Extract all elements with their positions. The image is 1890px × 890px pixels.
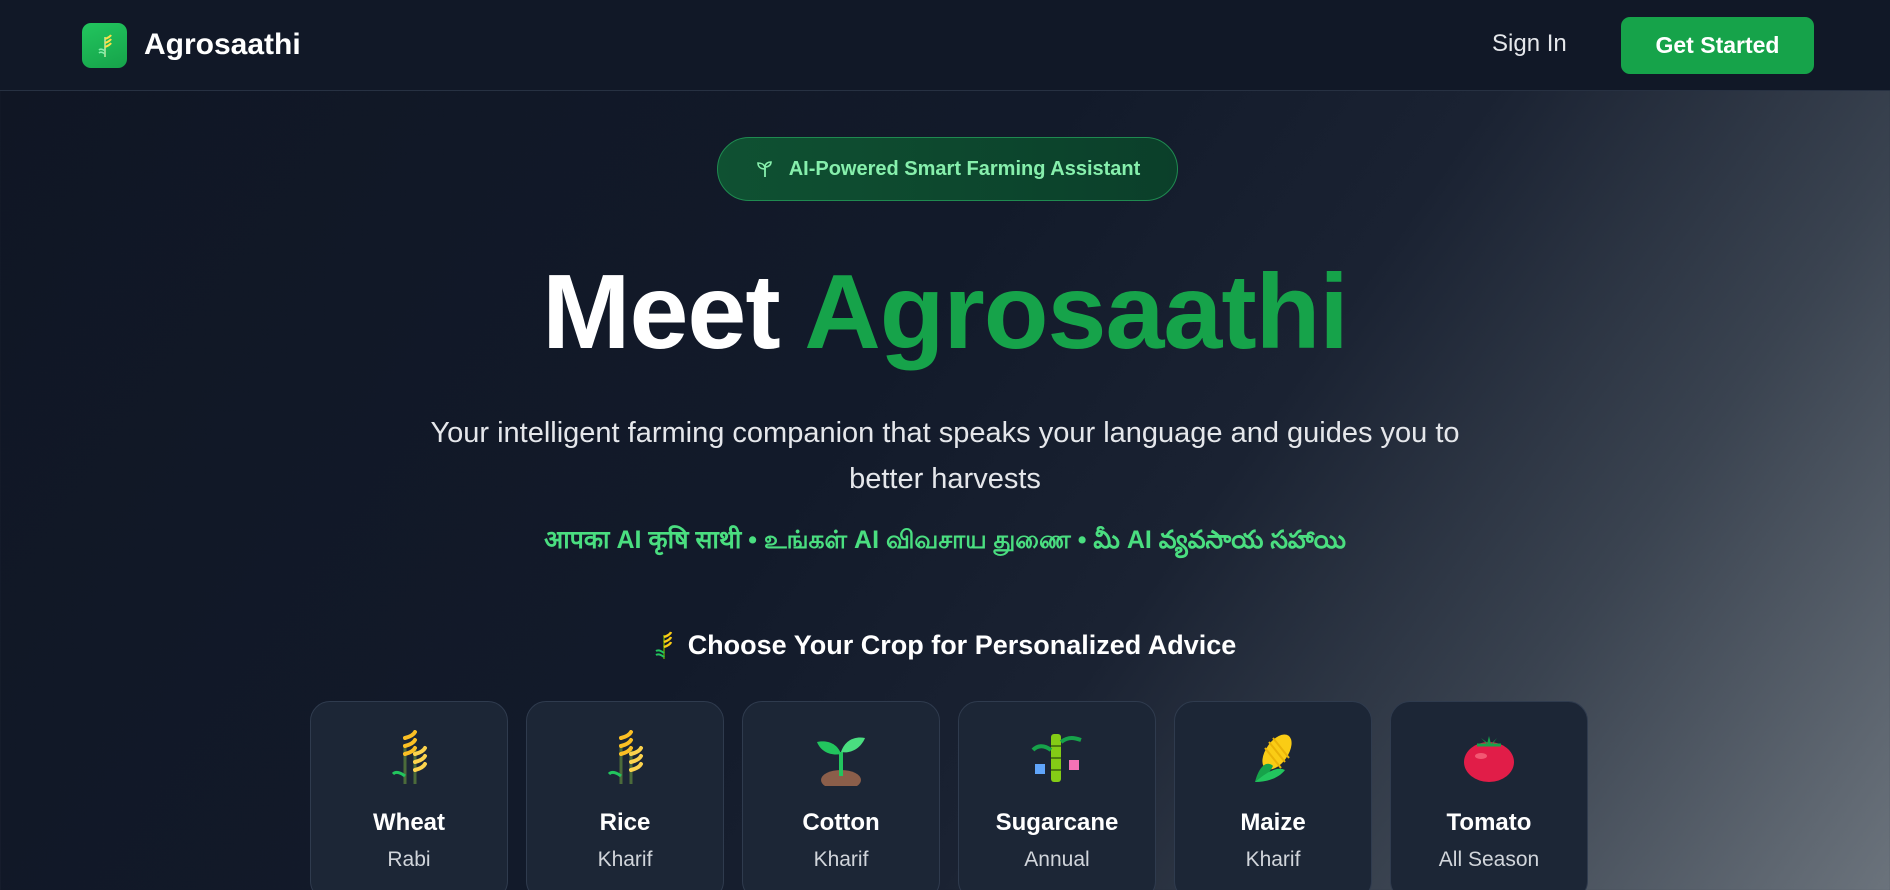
sugarcane-icon <box>1031 734 1082 782</box>
crop-season: Rabi <box>387 848 431 871</box>
multilingual-tagline: आपका AI कृषि साथी • உங்கள் AI விவசாய துண… <box>544 526 1346 554</box>
crop-name: Sugarcane <box>995 809 1119 836</box>
top-nav: Agrosaathi Sign In Get Started <box>0 0 1890 91</box>
title-part-1: Meet <box>542 253 781 371</box>
crop-card-cotton[interactable]: Cotton Kharif <box>742 701 940 890</box>
ai-badge: AI-Powered Smart Farming Assistant <box>717 137 1178 201</box>
corn-icon <box>1255 734 1292 782</box>
hero-subtitle: Your intelligent farming companion that … <box>430 417 1460 495</box>
page-title: Meet Agrosaathi <box>0 252 1890 372</box>
wheat-icon <box>97 33 112 57</box>
crop-season: Kharif <box>597 848 653 871</box>
wheat-icon <box>391 730 427 784</box>
crop-season: Kharif <box>1245 848 1301 871</box>
crop-season: Kharif <box>813 848 869 871</box>
crop-name: Tomato <box>1446 809 1532 836</box>
wheat-icon <box>655 631 672 659</box>
tomato-icon <box>1464 736 1514 782</box>
crop-card-tomato[interactable]: Tomato All Season <box>1390 701 1588 890</box>
crop-name: Maize <box>1240 809 1306 836</box>
title-part-2: Agrosaathi <box>804 253 1349 371</box>
crop-name: Wheat <box>373 809 445 836</box>
crop-card-wheat[interactable]: Wheat Rabi <box>310 701 508 890</box>
logo[interactable] <box>82 23 127 68</box>
crop-season: All Season <box>1438 848 1540 871</box>
crop-card-sugarcane[interactable]: Sugarcane Annual <box>958 701 1156 890</box>
sign-in-link[interactable]: Sign In <box>1492 30 1567 58</box>
crop-name: Rice <box>599 809 651 836</box>
sprout-icon <box>756 161 772 177</box>
crop-card-maize[interactable]: Maize Kharif <box>1174 701 1372 890</box>
crop-heading-text: Choose Your Crop for Personalized Advice <box>687 630 1237 660</box>
crop-section-heading: Choose Your Crop for Personalized Advice <box>0 630 1890 661</box>
badge-text: AI-Powered Smart Farming Assistant <box>788 157 1141 180</box>
brand-name[interactable]: Agrosaathi <box>144 28 301 62</box>
rice-icon <box>607 730 643 784</box>
get-started-button[interactable]: Get Started <box>1621 17 1814 74</box>
crop-season: Annual <box>1024 848 1090 871</box>
crop-card-rice[interactable]: Rice Kharif <box>526 701 724 890</box>
crop-name: Cotton <box>802 809 880 836</box>
seedling-icon <box>817 737 865 786</box>
